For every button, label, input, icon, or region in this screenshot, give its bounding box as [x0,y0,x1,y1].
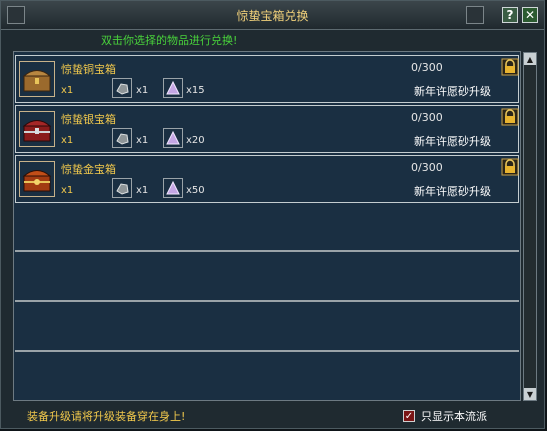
item-quantity: x1 [61,85,74,96]
title-bar: 惊蛰宝箱兑换 ? ✕ [1,1,544,30]
list-scrollbar[interactable]: ▲ ▼ [523,52,537,401]
material-count: x1 [136,185,149,196]
empty-row [15,204,519,252]
window-title: 惊蛰宝箱兑换 [236,9,309,23]
material-count: x15 [186,85,205,96]
empty-row [15,304,519,352]
material-ore-icon[interactable] [112,128,132,148]
material-count: x1 [136,135,149,146]
exchange-progress: 0/300 [411,161,443,174]
exchange-progress: 0/300 [411,61,443,74]
material-count: x1 [136,85,149,96]
exchange-item-row[interactable]: 惊蛰铜宝箱 x1 x1 x15 0/300 新年许愿砂升级 [15,55,519,103]
close-button[interactable]: ✕ [522,7,538,23]
wish-sand-icon[interactable] [163,78,183,98]
item-name: 惊蛰金宝箱 [61,163,116,176]
instruction-text: 双击你选择的物品进行兑换! [101,34,238,47]
item-quantity: x1 [61,185,74,196]
exchange-window: 惊蛰宝箱兑换 ? ✕ 双击你选择的物品进行兑换! 惊蛰铜宝箱 x1 x1 x15… [0,0,545,429]
material-count: x50 [186,185,205,196]
filter-checkbox-label[interactable]: 只显示本流派 [421,408,487,424]
item-quantity: x1 [61,135,74,146]
wish-sand-icon[interactable] [163,128,183,148]
material-count: x20 [186,135,205,146]
material-ore-icon[interactable] [112,78,132,98]
upgrade-link[interactable]: 新年许愿砂升级 [414,83,491,99]
silver-chest-icon[interactable] [19,111,55,147]
help-button[interactable]: ? [502,7,518,23]
item-name: 惊蛰铜宝箱 [61,63,116,76]
exchange-item-row[interactable]: 惊蛰金宝箱 x1 x1 x50 0/300 新年许愿砂升级 [15,155,519,203]
scroll-up-icon[interactable]: ▲ [524,53,536,65]
scroll-down-icon[interactable]: ▼ [524,388,536,400]
exchange-list: 惊蛰铜宝箱 x1 x1 x15 0/300 新年许愿砂升级 惊蛰银宝箱 x1 x… [13,51,521,401]
lock-icon[interactable] [501,58,519,76]
item-name: 惊蛰银宝箱 [61,113,116,126]
empty-row [15,254,519,302]
title-ornament-icon [466,6,484,24]
check-icon: ✓ [404,410,414,422]
lock-icon[interactable] [501,108,519,126]
gold-chest-icon[interactable] [19,161,55,197]
exchange-progress: 0/300 [411,111,443,124]
material-ore-icon[interactable] [112,178,132,198]
empty-row [15,354,519,400]
copper-chest-icon[interactable] [19,61,55,97]
wish-sand-icon[interactable] [163,178,183,198]
upgrade-link[interactable]: 新年许愿砂升级 [414,183,491,199]
filter-checkbox[interactable]: ✓ [403,410,415,422]
lock-icon[interactable] [501,158,519,176]
upgrade-link[interactable]: 新年许愿砂升级 [414,133,491,149]
footer-tip: 装备升级请将升级装备穿在身上! [27,410,186,423]
exchange-item-row[interactable]: 惊蛰银宝箱 x1 x1 x20 0/300 新年许愿砂升级 [15,105,519,153]
